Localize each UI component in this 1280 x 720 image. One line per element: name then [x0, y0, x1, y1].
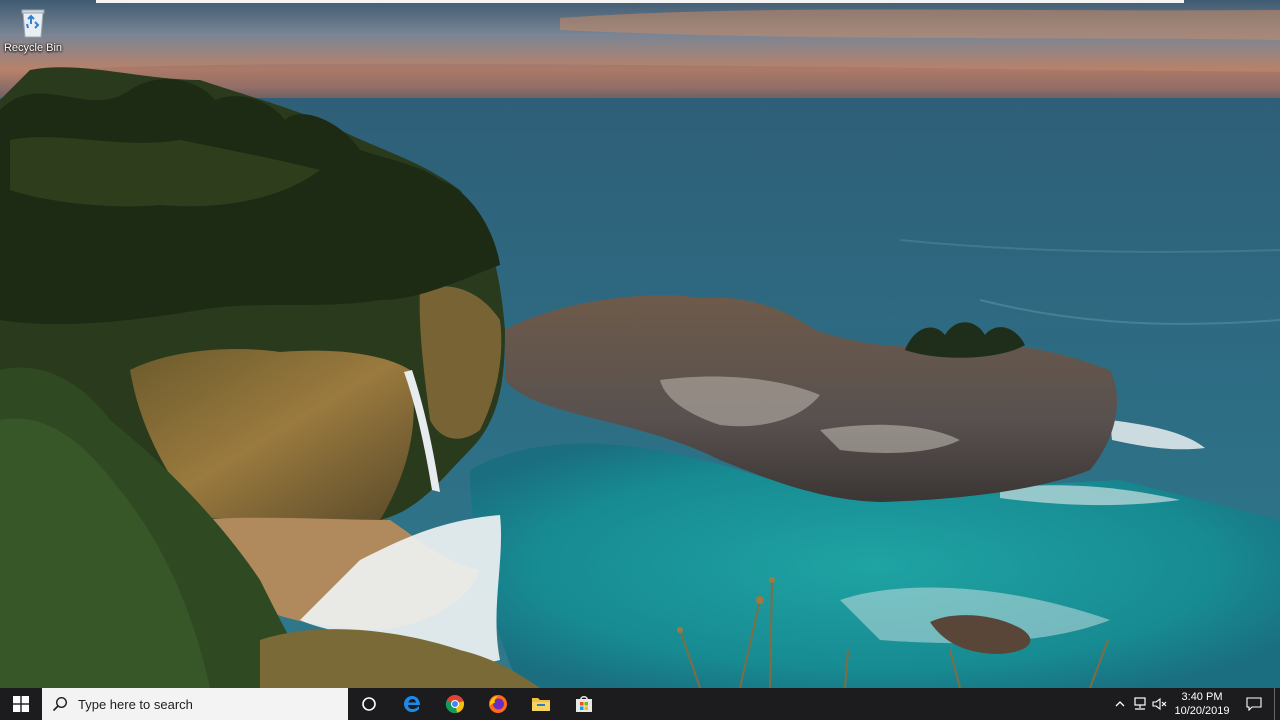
taskbar-chrome-button[interactable] — [433, 688, 476, 720]
volume-button[interactable] — [1150, 688, 1170, 720]
show-hidden-icons-button[interactable] — [1110, 688, 1130, 720]
wallpaper-coastal-landscape — [0, 0, 1280, 688]
network-icon — [1134, 697, 1146, 710]
desktop[interactable]: Recycle Bin — [0, 0, 1280, 688]
file-explorer-icon — [531, 698, 550, 711]
recycle-bin-icon — [21, 9, 45, 38]
edge-icon — [403, 696, 420, 712]
taskbar: Type here to search 3:40 PM 10/20/2019 — [0, 688, 1280, 720]
taskbar-edge-button[interactable] — [390, 688, 433, 720]
taskbar-firefox-button[interactable] — [476, 688, 519, 720]
system-tray: 3:40 PM 10/20/2019 — [1110, 688, 1280, 720]
recycle-bin-label: Recycle Bin — [3, 42, 63, 54]
windows-logo-icon — [13, 696, 29, 712]
taskbar-clock[interactable]: 3:40 PM 10/20/2019 — [1170, 688, 1234, 720]
action-center-icon — [1246, 697, 1262, 711]
search-icon — [52, 696, 68, 712]
clock-date: 10/20/2019 — [1174, 705, 1230, 717]
chevron-up-icon — [1115, 701, 1125, 707]
action-center-button[interactable] — [1234, 688, 1274, 720]
chrome-icon — [445, 695, 464, 714]
search-placeholder: Type here to search — [78, 696, 193, 712]
network-button[interactable] — [1130, 688, 1150, 720]
clock-time: 3:40 PM — [1181, 691, 1223, 703]
firefox-icon — [488, 695, 507, 713]
taskbar-search-box[interactable]: Type here to search — [42, 688, 348, 720]
cortana-button[interactable] — [348, 688, 390, 720]
taskbar-store-button[interactable] — [562, 688, 605, 720]
show-desktop-button[interactable] — [1274, 688, 1280, 720]
volume-muted-icon — [1152, 697, 1167, 711]
start-button[interactable] — [0, 688, 42, 720]
desktop-icon-recycle-bin[interactable]: Recycle Bin — [4, 4, 62, 62]
window-edge-strip — [96, 0, 1184, 3]
taskbar-file-explorer-button[interactable] — [519, 688, 562, 720]
cortana-circle-icon — [362, 697, 376, 711]
store-icon — [575, 696, 592, 712]
